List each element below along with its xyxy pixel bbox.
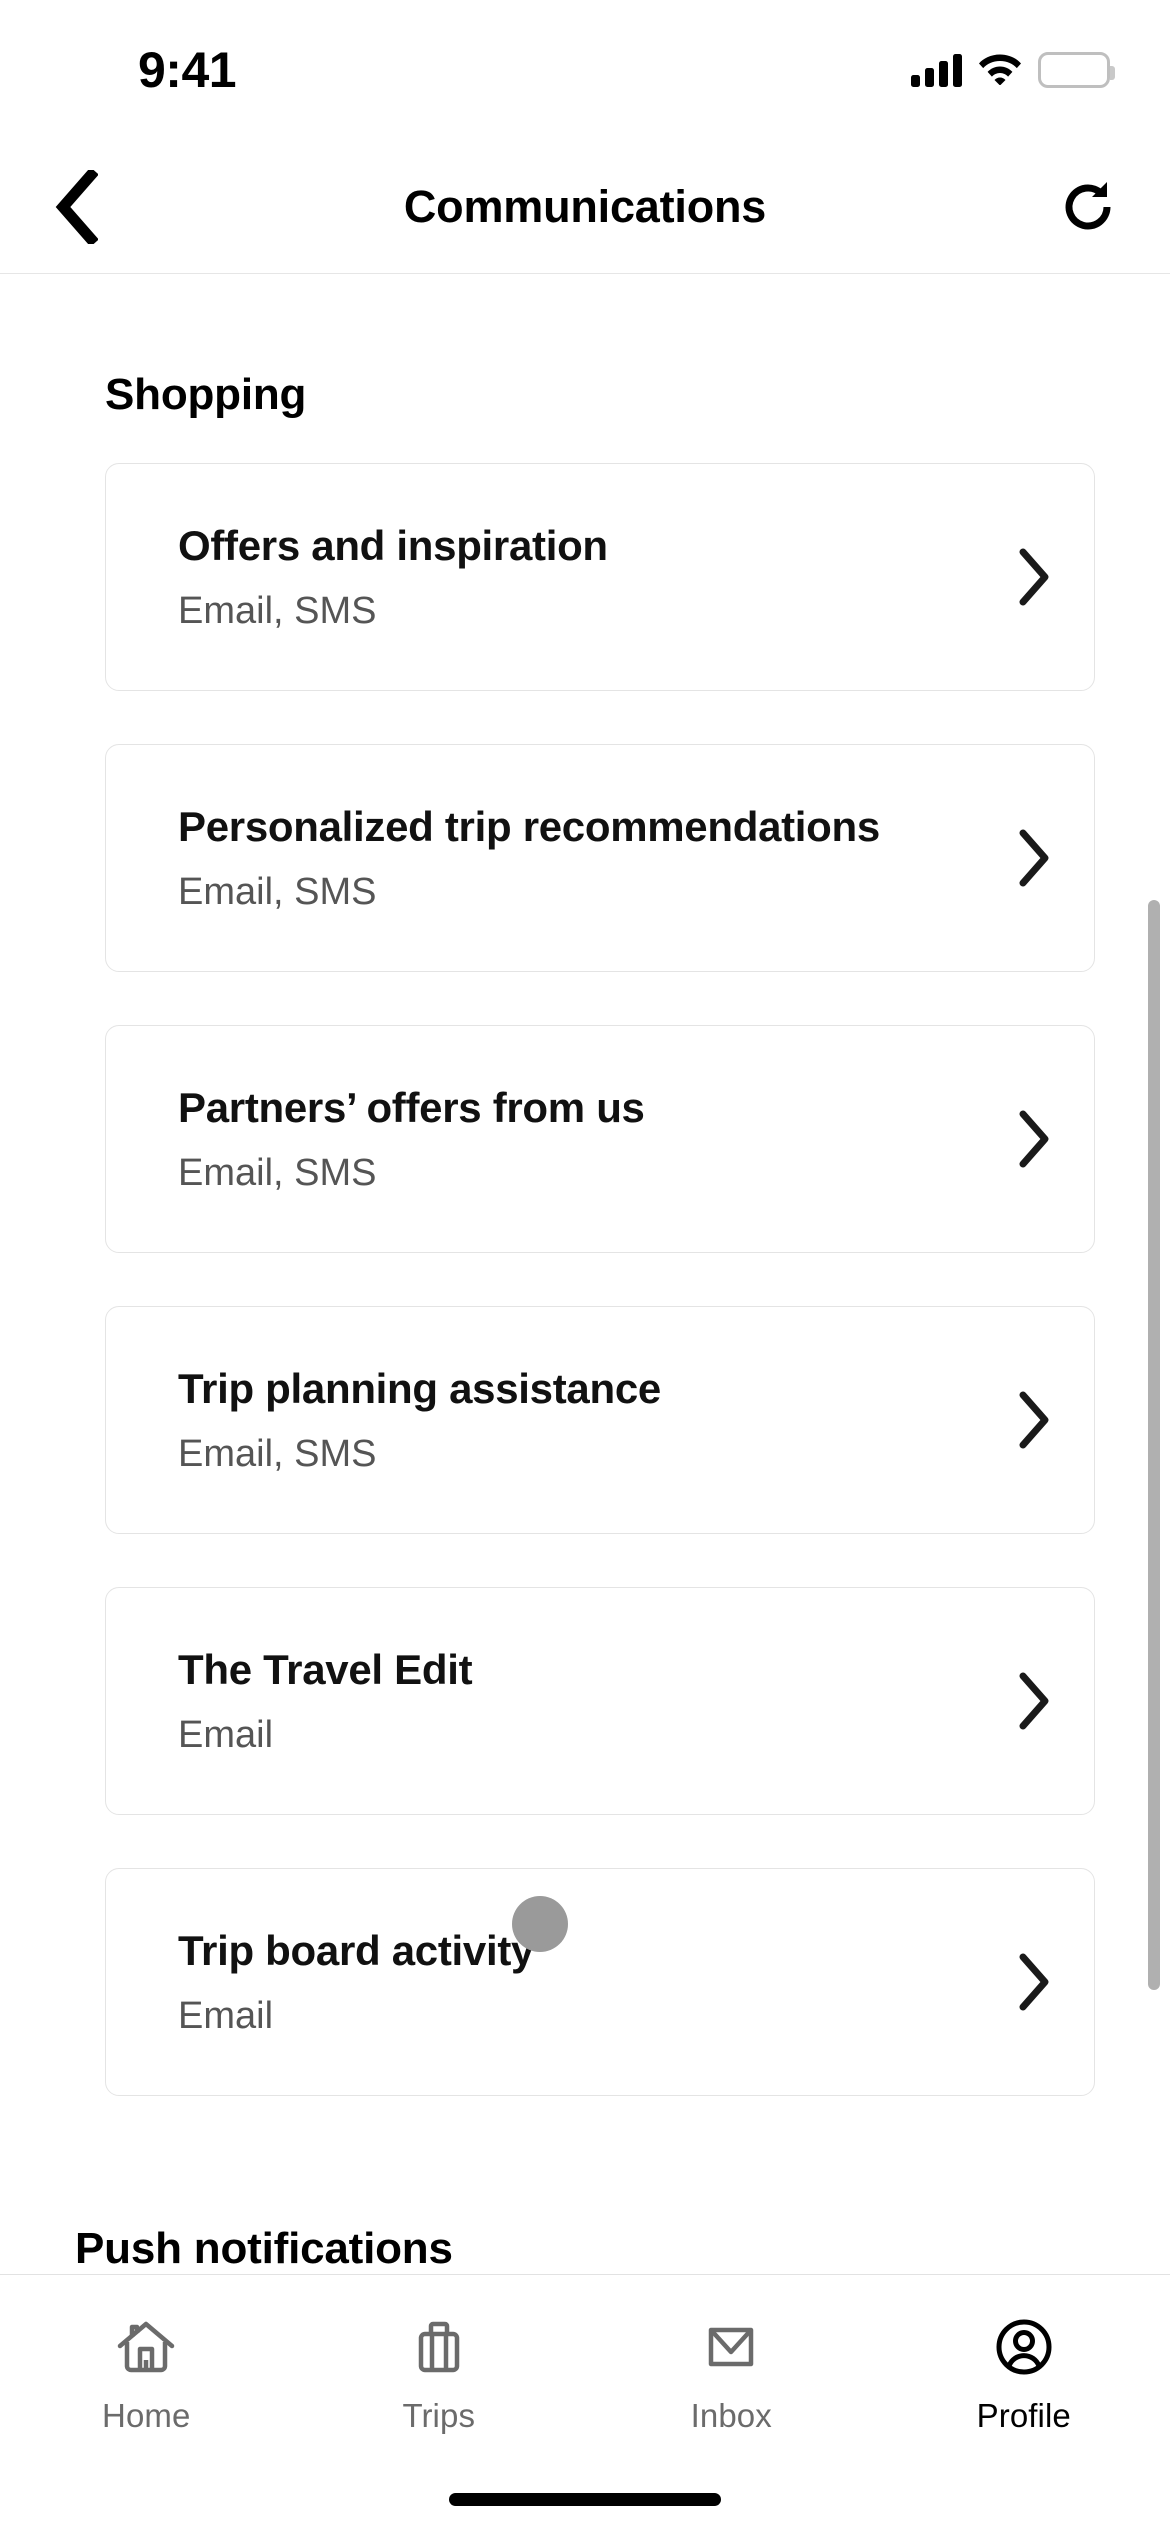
home-icon [112, 2313, 180, 2381]
chevron-right-icon [974, 548, 1094, 606]
list-item-title: Personalized trip recommendations [178, 803, 880, 850]
list-item-text: Personalized trip recommendations Email,… [106, 801, 974, 915]
status-bar: 9:41 [0, 0, 1170, 140]
wifi-icon [978, 51, 1022, 90]
list-item[interactable]: The Travel Edit Email [105, 1587, 1095, 1815]
list-item-channels: Email, SMS [178, 871, 377, 913]
tab-label: Trips [402, 2397, 476, 2434]
section-heading-push-notifications: Push notifications [75, 2224, 453, 2273]
nav-header: Communications [0, 140, 1170, 274]
list-item-title: The Travel Edit [178, 1646, 473, 1693]
tab-home[interactable]: Home [0, 2313, 293, 2435]
user-circle-icon [990, 2313, 1058, 2381]
chevron-right-icon [974, 1110, 1094, 1168]
page-title: Communications [403, 181, 767, 232]
settings-scroll-area[interactable]: Shopping Offers and inspiration Email, S… [0, 275, 1170, 2275]
status-bar-indicators [911, 48, 1115, 92]
list-item-channels: Email, SMS [178, 1152, 377, 1194]
scrollbar[interactable] [1148, 900, 1160, 1990]
list-item-title: Trip planning assistance [178, 1365, 661, 1412]
chevron-right-icon [974, 829, 1094, 887]
list-item[interactable]: Trip board activity Email [105, 1868, 1095, 2096]
list-item-text: Partners’ offers from us Email, SMS [106, 1082, 974, 1196]
list-item-title: Offers and inspiration [178, 522, 608, 569]
list-item-text: Trip board activity Email [106, 1925, 974, 2039]
phone-screen: 9:41 Communications Shopping Offers and … [0, 0, 1170, 2532]
status-bar-time: 9:41 [138, 42, 237, 98]
list-item-title: Partners’ offers from us [178, 1084, 645, 1131]
list-item[interactable]: Personalized trip recommendations Email,… [105, 744, 1095, 972]
scrollbar-thumb[interactable] [1148, 900, 1160, 1990]
chevron-right-icon [974, 1953, 1094, 2011]
communication-preference-list: Offers and inspiration Email, SMS Person… [0, 463, 1170, 2096]
tab-label: Profile [976, 2397, 1071, 2434]
section-heading-shopping: Shopping [105, 370, 307, 419]
bottom-tab-bar: Home Trips Inbox Profile [0, 2274, 1170, 2532]
tab-inbox[interactable]: Inbox [585, 2313, 878, 2435]
list-item-text: The Travel Edit Email [106, 1644, 974, 1758]
chevron-right-icon [974, 1672, 1094, 1730]
home-indicator [449, 2493, 721, 2506]
refresh-icon [1057, 176, 1119, 241]
list-item[interactable]: Trip planning assistance Email, SMS [105, 1306, 1095, 1534]
list-item-text: Offers and inspiration Email, SMS [106, 520, 974, 634]
tab-label: Home [102, 2397, 191, 2434]
list-item-channels: Email, SMS [178, 590, 377, 632]
battery-full-icon [1038, 52, 1115, 88]
tab-label: Inbox [690, 2397, 772, 2434]
list-item[interactable]: Offers and inspiration Email, SMS [105, 463, 1095, 691]
list-item-channels: Email, SMS [178, 1433, 377, 1475]
list-item-title: Trip board activity [178, 1927, 535, 1974]
list-item-channels: Email [178, 1995, 274, 2037]
suitcase-icon [405, 2313, 473, 2381]
envelope-icon [697, 2313, 765, 2381]
cellular-signal-icon [911, 53, 962, 87]
list-item[interactable]: Partners’ offers from us Email, SMS [105, 1025, 1095, 1253]
chevron-right-icon [974, 1391, 1094, 1449]
list-item-text: Trip planning assistance Email, SMS [106, 1363, 974, 1477]
list-item-channels: Email [178, 1714, 274, 1756]
tab-trips[interactable]: Trips [293, 2313, 586, 2435]
tab-profile[interactable]: Profile [878, 2313, 1170, 2435]
refresh-button[interactable] [1042, 162, 1134, 254]
